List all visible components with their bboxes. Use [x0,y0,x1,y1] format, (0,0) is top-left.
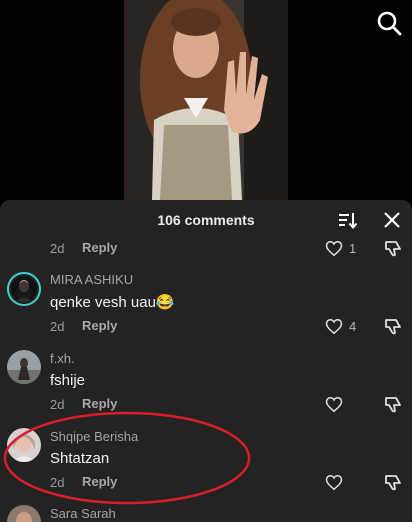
comment-username[interactable]: MIRA ASHIKU [50,272,133,287]
search-button[interactable] [376,10,402,36]
thumbs-down-icon [385,319,401,335]
reply-button[interactable]: Reply [82,474,117,489]
dislike-button[interactable] [383,472,403,492]
close-icon [384,212,400,228]
comment-meta-row: 2d Reply [0,394,412,416]
avatar[interactable] [7,428,41,462]
video-thumbnail [124,0,288,200]
avatar[interactable] [7,272,41,306]
heart-icon [325,396,343,412]
comment-meta-row: 2d Reply 1 [0,238,412,260]
heart-icon [325,240,343,256]
comment-time: 2d [50,475,65,490]
heart-icon [325,474,343,490]
close-button[interactable] [382,210,402,230]
comment-time: 2d [50,241,65,256]
thumbs-down-icon [385,475,401,491]
like-button[interactable]: 1 [325,238,356,258]
comment-time: 2d [50,397,65,412]
reply-button[interactable]: Reply [82,318,117,333]
comment-text: Shtatzan [50,450,110,467]
comment-meta-row: 2d Reply [0,472,412,494]
dislike-button[interactable] [383,394,403,414]
search-icon [377,11,402,36]
comments-header: 106 comments [0,200,412,240]
comment-username[interactable]: Shqipe Berisha [50,429,138,444]
reply-button[interactable]: Reply [82,240,117,255]
like-button[interactable] [325,394,349,414]
thumbs-down-icon [385,241,401,257]
comment-time: 2d [50,319,65,334]
avatar[interactable] [7,350,41,384]
video-player[interactable] [0,0,412,200]
like-button[interactable]: 4 [325,316,356,336]
comment-username[interactable]: Sara Sarah [50,506,116,521]
heart-icon [325,318,343,334]
reply-button[interactable]: Reply [82,396,117,411]
dislike-button[interactable] [383,238,403,258]
dislike-button[interactable] [383,316,403,336]
comment-meta-row: 2d Reply 4 [0,316,412,338]
comment-text: fshije [50,372,86,389]
comment-text: qenke vesh uau😂 [50,294,175,311]
sort-icon [339,213,358,230]
like-count: 4 [349,318,357,334]
thumbs-down-icon [385,397,401,413]
like-button[interactable] [325,472,349,492]
comment-username[interactable]: f.xh. [50,351,75,366]
like-count: 1 [349,240,357,256]
sort-button[interactable] [337,210,358,230]
